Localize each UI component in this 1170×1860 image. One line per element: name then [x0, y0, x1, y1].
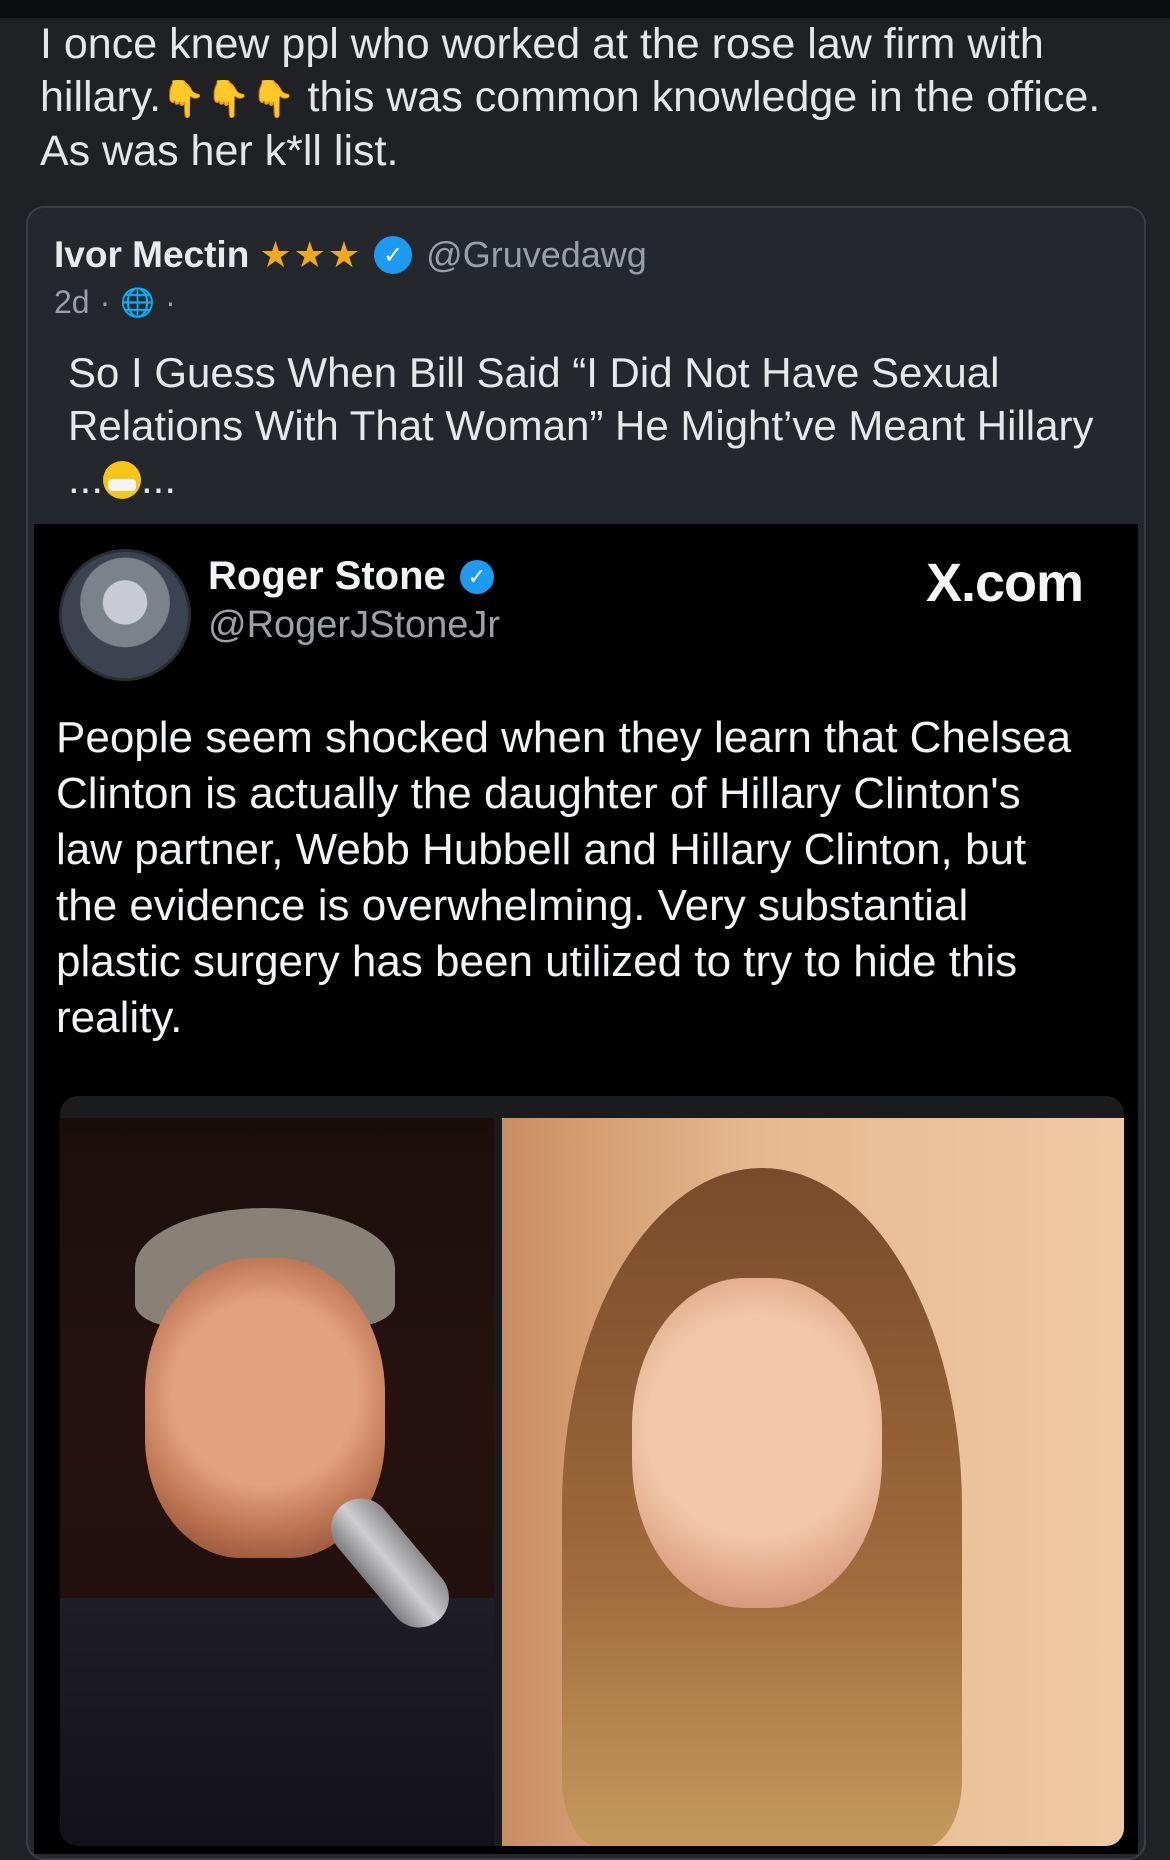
verified-badge-icon: ✓ [459, 559, 494, 594]
post-line-3: As was her k*ll list. [40, 127, 399, 175]
quoted-text-main: So I Guess When Bill Said “I Did Not Hav… [68, 349, 1094, 502]
quoted-post-meta: 2d · 🌐 · [54, 284, 176, 321]
star-icons: ★★★ [259, 234, 363, 275]
post-line-1: I once knew ppl who worked at the rose l… [40, 20, 1044, 68]
post-timestamp: 2d [54, 284, 90, 320]
meta-separator: · [99, 284, 111, 320]
photo-comparison [60, 1096, 1124, 1846]
meta-separator-2: · [165, 284, 176, 320]
avatar [59, 549, 191, 681]
verified-badge-icon: ✓ [374, 236, 413, 274]
globe-icon: 🌐 [120, 287, 156, 318]
post-line-2-end: this was common knowledge in the office. [295, 73, 1101, 121]
quoted-author-name[interactable]: Ivor Mectin [54, 234, 249, 276]
quoted-text-ellipsis: ... [141, 455, 177, 502]
top-status-strip [0, 0, 1170, 18]
woman-photo [502, 1118, 1124, 1846]
tweet-author: Roger Stone ✓ [208, 554, 494, 599]
tweet-screenshot-image[interactable]: Roger Stone ✓ @RogerJStoneJr X.com Peopl… [34, 524, 1138, 1854]
quoted-author-handle[interactable]: @Gruvedawg [426, 234, 647, 276]
tweet-body-text: People seem shocked when they learn that… [56, 713, 1072, 1042]
suit-shape [60, 1598, 494, 1846]
quoted-post-header: Ivor Mectin ★★★ ✓ @Gruvedawg [54, 230, 647, 280]
man-photo [60, 1118, 494, 1846]
pointing-down-emoji: 👇👇👇 [161, 78, 296, 119]
quoted-post-text: So I Guess When Bill Said “I Did Not Hav… [68, 346, 1108, 505]
post-text: I once knew ppl who worked at the rose l… [40, 18, 1140, 178]
face-shape [632, 1278, 882, 1608]
post-line-2-start: hillary. [40, 73, 162, 121]
face-with-mask-emoji [103, 461, 142, 499]
quoted-post-card[interactable]: Ivor Mectin ★★★ ✓ @Gruvedawg 2d · 🌐 · So… [26, 206, 1146, 1860]
tweet-author-handle: @RogerJStoneJr [208, 604, 501, 646]
tweet-author-name: Roger Stone [208, 554, 446, 598]
x-logo: X.com [925, 553, 1084, 613]
